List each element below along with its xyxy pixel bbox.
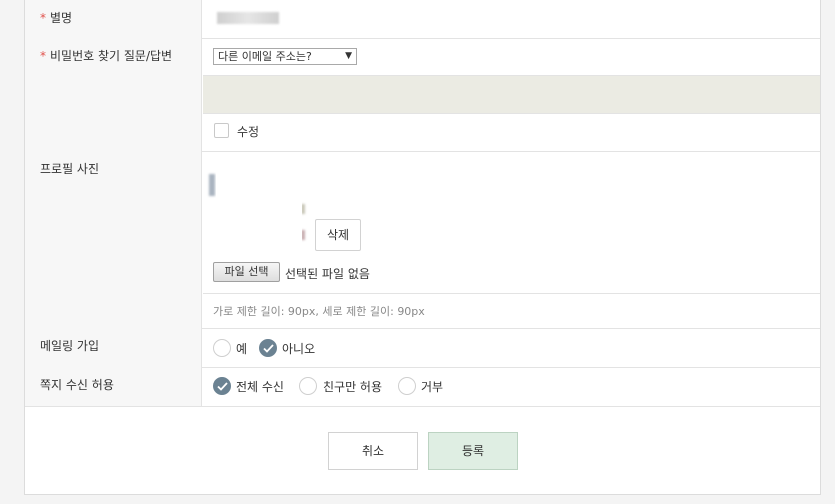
- photo-edge-redacted: [209, 174, 215, 196]
- required-mark: *: [40, 49, 46, 63]
- message-friends-label: 친구만 허용: [323, 380, 383, 394]
- profile-photo-image: [216, 158, 302, 255]
- profile-photo-value-cell: 삭제 파일 선택 선택된 파일 없음 가로 제한 길이: 90px, 세로 제한…: [203, 151, 820, 328]
- password-qa-row: * 비밀번호 찾기 질문/답변 다른 이메일 주소는? ▼ 수정: [25, 38, 820, 152]
- message-row: 쪽지 수신 허용 전체 수신 친구만 허용 거부: [25, 367, 820, 407]
- delete-photo-button[interactable]: 삭제: [315, 219, 361, 251]
- file-status-text: 선택된 파일 없음: [285, 267, 370, 281]
- mailing-no-label: 아니오: [282, 342, 316, 356]
- size-hint-text: 가로 제한 길이: 90px, 세로 제한 길이: 90px: [213, 305, 425, 318]
- profile-photo-label-cell: 프로필 사진: [25, 151, 202, 328]
- mailing-label-cell: 메일링 가입: [25, 328, 202, 367]
- mailing-yes-radio[interactable]: [213, 339, 231, 357]
- message-value-cell: 전체 수신 친구만 허용 거부: [203, 367, 820, 406]
- member-form: * 별명 * 비밀번호 찾기 질문/답변 다른 이메일 주소는? ▼ 수정 프로필 …: [24, 0, 821, 495]
- submit-button[interactable]: 등록: [428, 432, 518, 470]
- password-qa-label-cell: * 비밀번호 찾기 질문/답변: [25, 38, 202, 151]
- nickname-value-cell: [203, 0, 820, 38]
- mailing-label: 메일링 가입: [40, 339, 100, 353]
- modify-label: 수정: [237, 125, 260, 139]
- password-qa-label: 비밀번호 찾기 질문/답변: [50, 49, 173, 63]
- mailing-row: 메일링 가입 예 아니오: [25, 328, 820, 368]
- message-all-radio[interactable]: [213, 377, 231, 395]
- question-select-value: 다른 이메일 주소는?: [218, 50, 312, 63]
- check-icon: [263, 344, 274, 353]
- password-qa-value-cell: 다른 이메일 주소는? ▼ 수정: [203, 38, 820, 151]
- message-friends-radio[interactable]: [299, 377, 317, 395]
- message-deny-radio[interactable]: [398, 377, 416, 395]
- cancel-label: 취소: [361, 444, 385, 458]
- nickname-row: * 별명: [25, 0, 820, 39]
- size-hint-box: 가로 제한 길이: 90px, 세로 제한 길이: 90px: [203, 293, 820, 327]
- modify-checkbox[interactable]: [214, 123, 229, 138]
- message-deny-label: 거부: [421, 380, 444, 394]
- delete-photo-label: 삭제: [326, 228, 350, 242]
- profile-photo-row: 프로필 사진 삭제 파일 선택 선택된 파일 없음 가로 제한 길이: 90px…: [25, 151, 820, 329]
- required-mark: *: [40, 11, 46, 25]
- message-label: 쪽지 수신 허용: [40, 378, 114, 392]
- file-select-button[interactable]: 파일 선택: [213, 262, 280, 282]
- cancel-button[interactable]: 취소: [328, 432, 418, 470]
- dropdown-arrow-icon: ▼: [345, 51, 352, 61]
- nickname-label-cell: * 별명: [25, 0, 202, 38]
- profile-photo-label: 프로필 사진: [40, 162, 100, 176]
- message-all-label: 전체 수신: [236, 380, 284, 394]
- nickname-value-redacted: [217, 12, 279, 24]
- message-label-cell: 쪽지 수신 허용: [25, 367, 202, 406]
- question-select[interactable]: 다른 이메일 주소는? ▼: [213, 48, 357, 65]
- check-icon: [217, 382, 228, 391]
- submit-label: 등록: [461, 444, 485, 458]
- answer-field[interactable]: [203, 75, 820, 114]
- mailing-yes-label: 예: [236, 342, 248, 356]
- mailing-no-radio[interactable]: [259, 339, 277, 357]
- nickname-label: 별명: [50, 11, 73, 25]
- file-select-label: 파일 선택: [224, 265, 269, 278]
- mailing-value-cell: 예 아니오: [203, 328, 820, 367]
